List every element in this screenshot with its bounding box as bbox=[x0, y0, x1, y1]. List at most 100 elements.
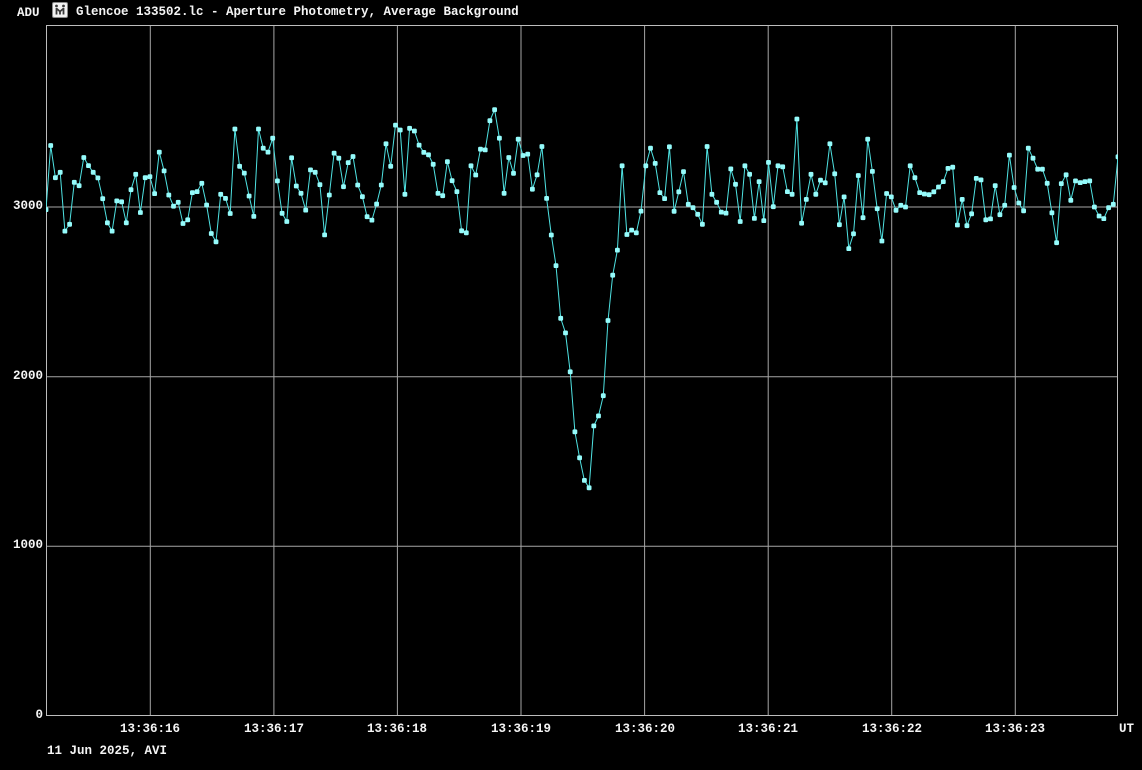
data-point-marker bbox=[351, 154, 356, 159]
y-tick-label: 2000 bbox=[0, 369, 43, 384]
data-point-marker bbox=[431, 162, 436, 167]
data-point-marker bbox=[204, 203, 209, 208]
data-point-marker bbox=[152, 191, 157, 196]
data-point-marker bbox=[983, 217, 988, 222]
data-point-marker bbox=[643, 163, 648, 168]
data-point-marker bbox=[114, 199, 119, 204]
data-point-marker bbox=[710, 192, 715, 197]
data-point-marker bbox=[540, 144, 545, 149]
data-point-marker bbox=[129, 187, 134, 192]
data-point-marker bbox=[270, 136, 275, 141]
data-point-marker bbox=[355, 183, 360, 188]
data-point-marker bbox=[303, 208, 308, 213]
data-point-marker bbox=[591, 424, 596, 429]
data-point-marker bbox=[639, 209, 644, 214]
y-axis-unit-label: ADU bbox=[17, 6, 40, 21]
data-point-marker bbox=[1068, 198, 1073, 203]
light-curve-chart bbox=[46, 25, 1118, 716]
data-point-marker bbox=[346, 160, 351, 165]
data-point-marker bbox=[436, 191, 441, 196]
data-point-marker bbox=[728, 167, 733, 172]
data-point-marker bbox=[936, 185, 941, 190]
data-point-marker bbox=[695, 212, 700, 217]
data-point-marker bbox=[615, 248, 620, 253]
data-point-marker bbox=[1101, 216, 1106, 221]
x-axis-tick-labels: 13:36:1613:36:1713:36:1813:36:1913:36:20… bbox=[0, 722, 1142, 737]
data-point-marker bbox=[804, 197, 809, 202]
data-point-marker bbox=[795, 117, 800, 122]
x-tick-label: 13:36:21 bbox=[728, 722, 808, 737]
data-point-marker bbox=[1116, 154, 1118, 159]
data-point-marker bbox=[105, 220, 110, 225]
data-point-marker bbox=[629, 228, 634, 233]
data-point-marker bbox=[1054, 240, 1059, 245]
data-point-marker bbox=[1002, 203, 1007, 208]
data-point-marker bbox=[483, 148, 488, 153]
data-point-marker bbox=[1106, 205, 1111, 210]
data-point-marker bbox=[577, 455, 582, 460]
data-point-marker bbox=[761, 218, 766, 223]
data-point-marker bbox=[218, 192, 223, 197]
data-point-marker bbox=[837, 222, 842, 227]
data-point-marker bbox=[691, 205, 696, 210]
data-point-marker bbox=[299, 191, 304, 196]
data-point-marker bbox=[280, 211, 285, 216]
data-point-marker bbox=[440, 193, 445, 198]
data-point-marker bbox=[374, 202, 379, 207]
data-point-marker bbox=[993, 183, 998, 188]
x-axis-unit-label: UT bbox=[1104, 722, 1134, 737]
data-point-marker bbox=[544, 196, 549, 201]
data-point-marker bbox=[195, 189, 200, 194]
data-point-marker bbox=[327, 193, 332, 198]
x-tick-label: 13:36:22 bbox=[852, 722, 932, 737]
data-point-marker bbox=[766, 160, 771, 165]
data-point-marker bbox=[233, 127, 238, 132]
data-point-marker bbox=[620, 163, 625, 168]
data-point-marker bbox=[96, 176, 101, 181]
data-point-marker bbox=[922, 192, 927, 197]
data-point-marker bbox=[705, 144, 710, 149]
data-point-marker bbox=[384, 141, 389, 146]
data-point-marker bbox=[247, 194, 252, 199]
app-icon bbox=[52, 2, 68, 18]
data-point-marker bbox=[379, 183, 384, 188]
light-curve-window: { "header": { "y_axis_unit": "ADU", "tit… bbox=[0, 0, 1142, 770]
data-point-marker bbox=[417, 143, 422, 148]
data-point-marker bbox=[558, 316, 563, 321]
data-point-marker bbox=[119, 199, 124, 204]
data-point-marker bbox=[313, 170, 318, 175]
data-point-marker bbox=[1050, 210, 1055, 215]
data-point-marker bbox=[818, 178, 823, 183]
data-point-marker bbox=[1045, 181, 1050, 186]
data-point-marker bbox=[998, 212, 1003, 217]
data-point-marker bbox=[738, 219, 743, 224]
data-point-marker bbox=[341, 184, 346, 189]
data-point-marker bbox=[473, 173, 478, 178]
data-point-marker bbox=[110, 229, 115, 234]
data-point-marker bbox=[1083, 179, 1088, 184]
data-point-marker bbox=[393, 123, 398, 128]
data-point-marker bbox=[884, 191, 889, 196]
data-point-marker bbox=[582, 478, 587, 483]
data-point-marker bbox=[308, 168, 313, 173]
data-point-marker bbox=[181, 221, 186, 226]
data-point-marker bbox=[148, 174, 153, 179]
data-point-marker bbox=[681, 169, 686, 174]
data-point-marker bbox=[275, 179, 280, 184]
data-point-marker bbox=[421, 150, 426, 155]
data-point-marker bbox=[563, 331, 568, 336]
data-point-marker bbox=[898, 203, 903, 208]
data-point-marker bbox=[1007, 153, 1012, 158]
data-point-marker bbox=[464, 230, 469, 235]
y-tick-label: 3000 bbox=[0, 199, 43, 214]
data-point-marker bbox=[133, 172, 138, 177]
plot-title: Glencoe 133502.lc - Aperture Photometry,… bbox=[76, 5, 519, 20]
data-point-marker bbox=[851, 231, 856, 236]
data-point-marker bbox=[91, 170, 96, 175]
data-point-marker bbox=[535, 172, 540, 177]
data-point-marker bbox=[46, 207, 48, 212]
data-point-marker bbox=[525, 152, 530, 157]
data-point-marker bbox=[398, 128, 403, 133]
data-point-marker bbox=[1087, 179, 1092, 184]
data-point-marker bbox=[459, 228, 464, 233]
